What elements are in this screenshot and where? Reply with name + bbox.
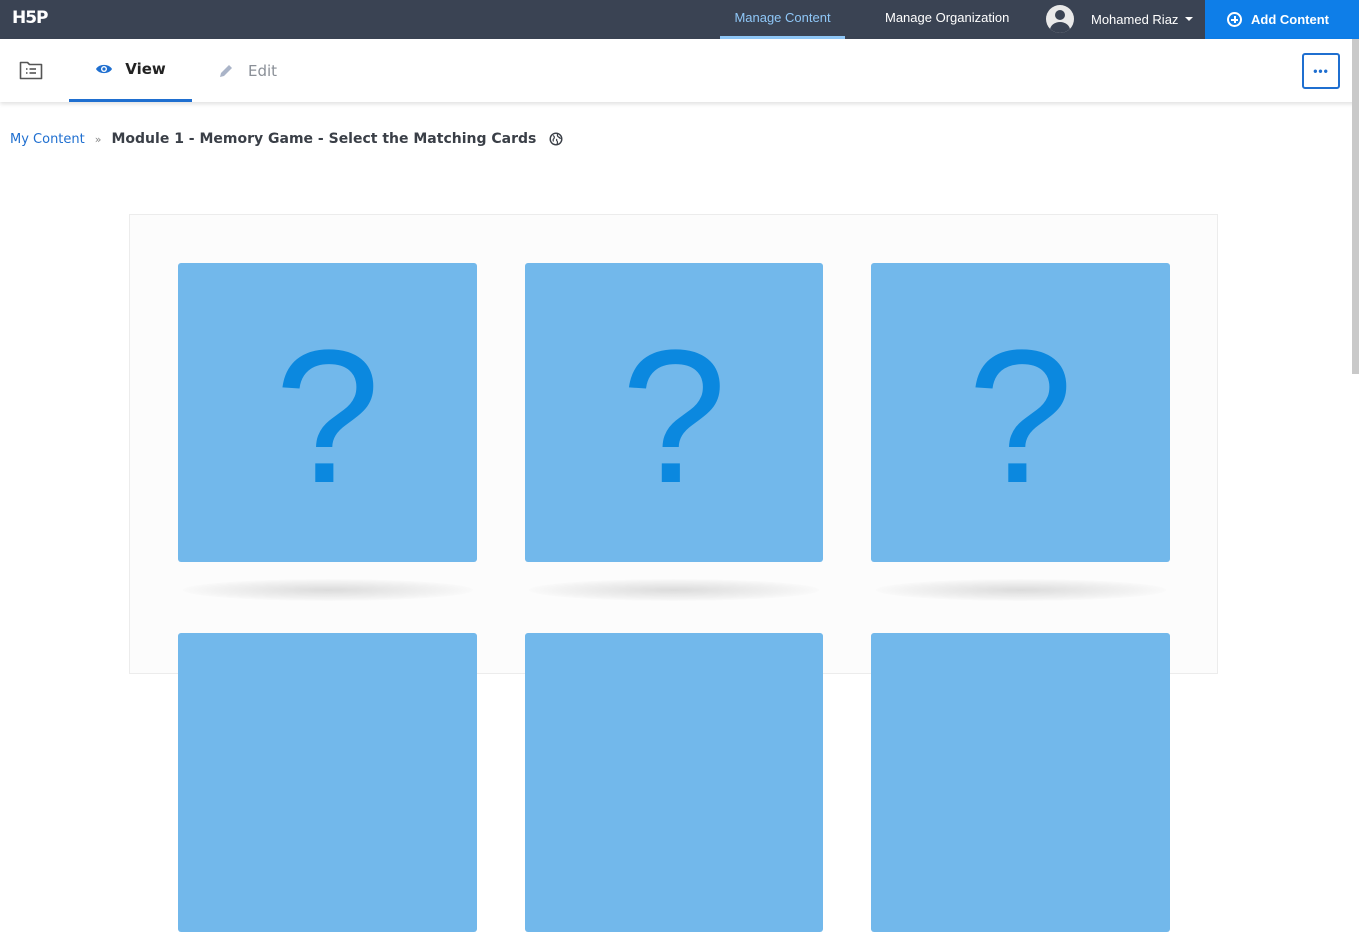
card-shadow — [529, 579, 819, 601]
memory-card[interactable] — [525, 633, 823, 932]
top-navigation-bar: H5P Manage Content Manage Organization M… — [0, 0, 1359, 39]
more-options-button[interactable]: ••• — [1302, 53, 1340, 89]
memory-game-frame: ? ? ? — [129, 214, 1218, 932]
question-mark-icon: ? — [621, 310, 727, 523]
page-title: Module 1 - Memory Game - Select the Matc… — [111, 131, 537, 147]
card-shadow — [876, 579, 1166, 601]
card-shadow — [183, 579, 473, 601]
breadcrumb-separator: » — [94, 132, 102, 146]
memory-card[interactable] — [871, 633, 1170, 932]
question-mark-icon: ? — [274, 310, 381, 523]
pencil-icon — [220, 64, 232, 77]
add-content-label: Add Content — [1251, 12, 1329, 27]
memory-card[interactable]: ? — [525, 263, 823, 562]
tab-view-label: View — [125, 60, 166, 78]
tab-edit-label: Edit — [248, 61, 278, 80]
folder-list-icon[interactable] — [19, 59, 43, 81]
memory-card[interactable]: ? — [871, 263, 1170, 562]
content-tabs-bar: View Edit ••• — [0, 39, 1359, 102]
user-avatar-icon — [1046, 5, 1074, 33]
memory-card[interactable] — [178, 633, 477, 932]
breadcrumb: My Content » Module 1 - Memory Game - Se… — [10, 131, 563, 147]
caret-down-icon — [1185, 17, 1194, 21]
eye-icon — [96, 64, 113, 74]
memory-card[interactable]: ? — [178, 263, 477, 562]
nav-manage-organization[interactable]: Manage Organization — [885, 0, 1009, 39]
h5p-logo[interactable]: H5P — [12, 8, 49, 28]
tab-edit[interactable]: Edit — [218, 39, 277, 102]
nav-manage-content[interactable]: Manage Content — [720, 0, 845, 39]
add-content-button[interactable]: Add Content — [1205, 0, 1359, 39]
tab-view[interactable]: View — [69, 39, 192, 102]
breadcrumb-my-content[interactable]: My Content — [10, 132, 85, 147]
user-menu[interactable]: Mohamed Riaz — [1046, 4, 1194, 34]
globe-icon — [549, 132, 563, 146]
plus-circle-icon — [1227, 12, 1242, 27]
scrollbar[interactable] — [1352, 39, 1359, 374]
user-name: Mohamed Riaz — [1091, 11, 1179, 27]
question-mark-icon: ? — [967, 310, 1074, 523]
